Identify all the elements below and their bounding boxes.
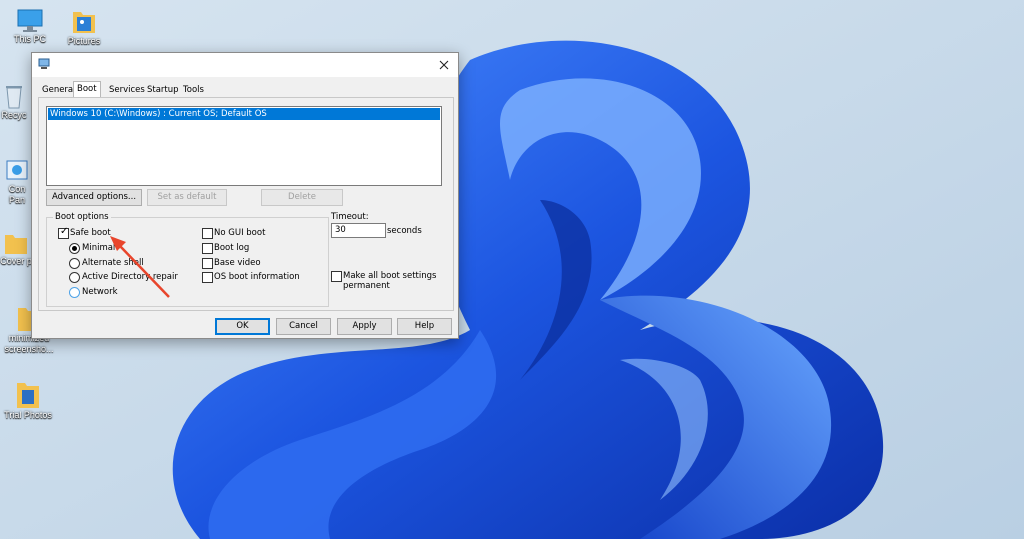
checkmark-icon: ✓ xyxy=(60,226,69,237)
boot-log-checkbox[interactable] xyxy=(202,243,213,254)
alternate-shell-radio[interactable] xyxy=(69,258,80,269)
cancel-button[interactable]: Cancel xyxy=(276,318,331,335)
os-list[interactable]: Windows 10 (C:\Windows) : Current OS; De… xyxy=(46,106,442,186)
make-permanent-label-line2: permanent xyxy=(343,281,390,291)
tab-tools[interactable]: Tools xyxy=(180,83,207,97)
active-directory-repair-radio[interactable] xyxy=(69,272,80,283)
base-video-label: Base video xyxy=(214,258,261,268)
minimal-label: Minimal xyxy=(82,243,116,253)
help-button[interactable]: Help xyxy=(397,318,452,335)
desktop-icon-trial-photos[interactable]: Trial Photos xyxy=(0,380,57,421)
base-video-checkbox[interactable] xyxy=(202,258,213,269)
radio-dot xyxy=(72,246,77,251)
this-pc-icon xyxy=(17,9,43,32)
delete-button[interactable]: Delete xyxy=(261,189,343,206)
os-boot-information-checkbox[interactable] xyxy=(202,272,213,283)
safe-boot-checkbox[interactable]: ✓ xyxy=(58,226,69,239)
tab-startup[interactable]: Startup xyxy=(144,83,182,97)
alternate-shell-label: Alternate shell xyxy=(82,258,144,268)
desktop-icon-this-pc[interactable]: This PC xyxy=(1,8,59,45)
network-radio[interactable] xyxy=(69,287,80,298)
msconfig-icon xyxy=(38,58,50,69)
folder-icon xyxy=(5,235,27,254)
timeout-unit: seconds xyxy=(387,226,422,236)
no-gui-boot-checkbox[interactable] xyxy=(202,228,213,239)
title-bar[interactable] xyxy=(32,53,458,77)
system-configuration-dialog: General Boot Services Startup Tools Wind… xyxy=(31,52,459,339)
desktop-icon-label: This PC xyxy=(13,34,46,44)
close-button[interactable] xyxy=(430,53,458,77)
safe-boot-label: Safe boot xyxy=(70,228,111,238)
tab-services[interactable]: Services xyxy=(106,83,148,97)
set-as-default-button[interactable]: Set as default xyxy=(147,189,227,206)
apply-button[interactable]: Apply xyxy=(337,318,392,335)
make-permanent-checkbox[interactable] xyxy=(331,271,342,282)
control-panel-icon xyxy=(6,160,28,180)
os-boot-information-label: OS boot information xyxy=(214,272,300,282)
ok-button[interactable]: OK xyxy=(215,318,270,335)
close-icon xyxy=(439,60,449,70)
desktop-icon-label: Pictures xyxy=(67,36,101,46)
desktop-icon-pictures[interactable]: Pictures xyxy=(55,8,113,47)
network-label: Network xyxy=(82,287,118,297)
timeout-label: Timeout: xyxy=(331,212,369,222)
folder-icon xyxy=(17,383,39,408)
active-directory-repair-label: Active Directory repair xyxy=(82,272,178,282)
os-list-item[interactable]: Windows 10 (C:\Windows) : Current OS; De… xyxy=(48,108,440,120)
advanced-options-button[interactable]: Advanced options... xyxy=(46,189,142,206)
pictures-folder-icon xyxy=(73,12,95,33)
no-gui-boot-label: No GUI boot xyxy=(214,228,266,238)
minimal-radio[interactable] xyxy=(69,243,80,254)
timeout-input[interactable]: 30 xyxy=(331,223,386,238)
desktop-icon-label: Trial Photos xyxy=(4,410,52,420)
boot-options-legend: Boot options xyxy=(53,212,111,222)
recycle-bin-icon xyxy=(6,86,22,109)
boot-log-label: Boot log xyxy=(214,243,250,253)
